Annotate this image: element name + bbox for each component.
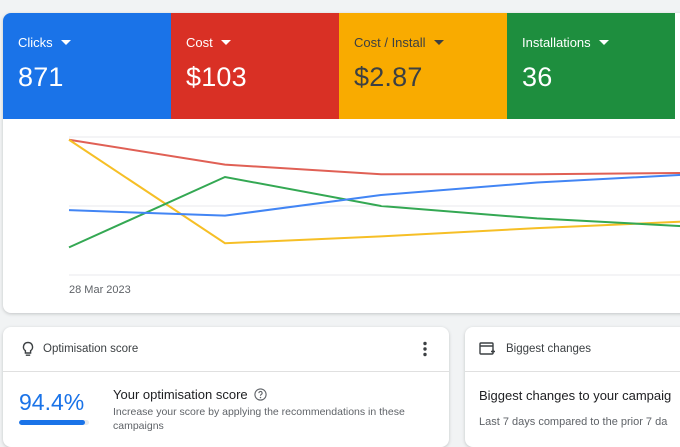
- metric-tiles: Clicks 871 Cost $103 Cost / Install $2.8…: [3, 13, 680, 119]
- metric-label: Cost / Install: [354, 35, 426, 50]
- card-title: Optimisation score: [43, 343, 139, 355]
- metric-value: $103: [186, 62, 247, 92]
- dropdown-caret-icon: [220, 40, 231, 45]
- metric-tile-installations[interactable]: Installations 36: [507, 13, 675, 119]
- series-line-cost: [68, 138, 680, 176]
- optimisation-score-value: 94.4%: [19, 389, 85, 415]
- card-title: Biggest changes: [506, 343, 592, 355]
- metric-value: $2.87: [354, 62, 423, 92]
- metric-value: 36: [522, 62, 553, 92]
- metric-value: 871: [18, 62, 64, 92]
- card-header: Optimisation score: [3, 327, 449, 372]
- performance-panel: Clicks 871 Cost $103 Cost / Install $2.8…: [3, 13, 680, 313]
- metric-label: Cost: [186, 35, 213, 50]
- optimisation-score-bar-fill: [19, 420, 86, 425]
- metric-label: Installations: [522, 35, 591, 50]
- metric-tile-cost[interactable]: Cost $103: [171, 13, 339, 119]
- biggest-changes-subtitle: Last 7 days compared to the prior 7 da: [479, 416, 668, 428]
- optimisation-score-title: Your optimisation score: [113, 387, 248, 402]
- series-line-clicks: [68, 173, 680, 217]
- x-axis-tick-label: 28 Mar 2023: [69, 284, 131, 296]
- optimisation-score-card: Optimisation score 94.4% Your optimisati…: [3, 327, 449, 447]
- more-vert-icon[interactable]: [423, 341, 427, 357]
- metric-label: Clicks: [18, 35, 53, 50]
- help-icon[interactable]: [254, 388, 267, 401]
- metric-tile-cost-per-install[interactable]: Cost / Install $2.87: [339, 13, 507, 119]
- dropdown-caret-icon: [433, 40, 444, 45]
- biggest-changes-title: Biggest changes to your campaig: [479, 388, 672, 403]
- metric-tile-clicks[interactable]: Clicks 871: [3, 13, 171, 119]
- dropdown-caret-icon: [598, 40, 609, 45]
- biggest-changes-card: Biggest changes Biggest changes to your …: [465, 327, 680, 447]
- optimisation-score-description: Increase your score by applying the reco…: [113, 406, 405, 432]
- dropdown-caret-icon: [60, 40, 71, 45]
- lightbulb-icon: [21, 341, 35, 357]
- optimisation-score-bar: [19, 420, 89, 425]
- card-header: Biggest changes: [465, 327, 680, 372]
- changes-icon: [479, 342, 496, 356]
